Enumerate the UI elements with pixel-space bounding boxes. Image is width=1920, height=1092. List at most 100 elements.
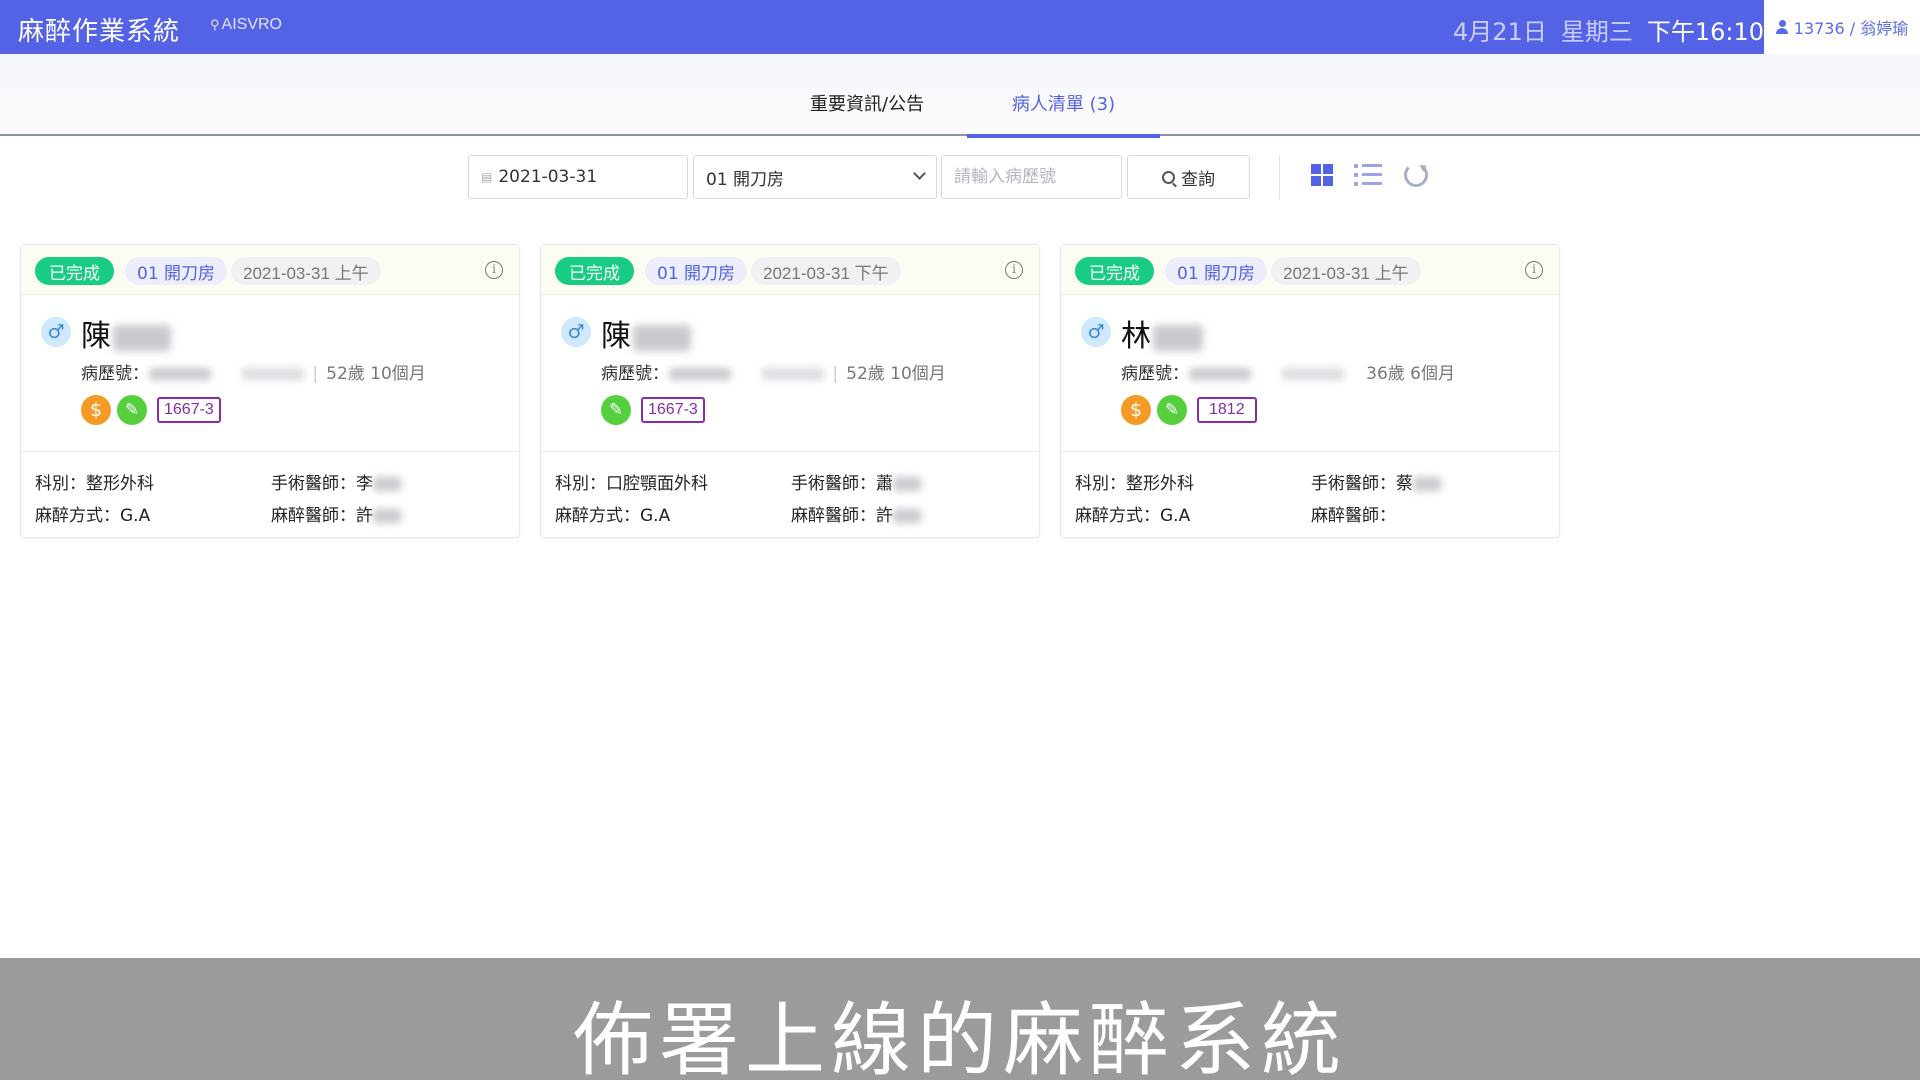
chevron-down-icon — [913, 167, 926, 180]
status-icons: $ ✎ 1667-3 — [81, 395, 221, 425]
tabs-bar: 重要資訊/公告 病人清單 (3) — [0, 54, 1920, 138]
anesthesiologist: 麻醉醫師： — [1311, 506, 1396, 526]
redacted-id — [762, 368, 825, 380]
fee-icon: $ — [81, 395, 111, 425]
current-weekday: 星期三 — [1560, 18, 1633, 46]
patient-age: 52歲 10個月 — [326, 364, 426, 384]
status-badge: 已完成 — [555, 257, 634, 285]
grid-view-icon[interactable] — [1311, 164, 1333, 186]
department: 科別：口腔顎面外科 — [555, 474, 708, 494]
redacted-surgeon — [373, 477, 401, 491]
record-label: 病歷號： — [1121, 364, 1189, 384]
card-divider — [1061, 451, 1559, 452]
surgeon: 手術醫師：蔡 — [1311, 469, 1441, 494]
patient-surname: 林 — [1121, 319, 1151, 354]
patient-name: 林 — [1121, 311, 1203, 355]
redacted-record-number — [149, 368, 211, 380]
info-icon[interactable]: i — [1525, 261, 1543, 279]
video-caption-bar: 佈署上線的麻醉系統 — [0, 958, 1920, 1087]
patient-age: 36歲 6個月 — [1366, 364, 1455, 384]
user-menu[interactable]: 13736 / 翁婷瑜 — [1764, 0, 1920, 54]
surgeon: 手術醫師：蕭 — [791, 469, 921, 494]
redacted-name — [1153, 324, 1203, 351]
info-icon[interactable]: i — [485, 261, 503, 279]
current-time: 下午16:10 — [1646, 18, 1764, 46]
room-badge: 01 開刀房 — [645, 257, 748, 285]
pen-icon: ✎ — [117, 395, 147, 425]
redacted-record-number — [1189, 368, 1251, 380]
record-label: 病歷號： — [601, 364, 669, 384]
room-select[interactable]: 01 開刀房 — [693, 155, 937, 199]
app-header: 麻醉作業系統 ⚲ AISVRO 4月21日 星期三 下午16:10 13736 / 翁… — [0, 0, 1920, 54]
surgery-datetime-badge: 2021-03-31 上午 — [231, 257, 381, 285]
department: 科別：整形外科 — [1075, 474, 1194, 494]
pen-icon: ✎ — [1157, 395, 1187, 425]
record-line: 病歷號： | 52歲 10個月 — [601, 359, 946, 384]
status-icons: ✎ 1667-3 — [601, 395, 705, 425]
redacted-anesthesiologist — [373, 509, 401, 523]
calendar-icon: ▤ — [481, 170, 493, 184]
card-header: 已完成 01 開刀房 2021-03-31 上午 i — [21, 245, 519, 295]
location-label: ⚲ AISVRO — [210, 16, 282, 34]
procedure-code-tag: 1812 — [1197, 397, 1257, 423]
status-icons: $ ✎ 1812 — [1121, 395, 1257, 425]
record-line: 病歷號： | 52歲 10個月 — [81, 359, 426, 384]
date-value: 2021-03-31 — [498, 167, 598, 187]
date-picker[interactable]: ▤ 2021-03-31 — [468, 155, 688, 199]
patient-card[interactable]: 已完成 01 開刀房 2021-03-31 下午 i ♂ 陳 病歷號： | 52歲… — [540, 244, 1040, 538]
current-date: 4月21日 — [1453, 18, 1547, 46]
card-divider — [541, 451, 1039, 452]
patient-name: 陳 — [601, 311, 691, 355]
refresh-icon[interactable] — [1404, 163, 1428, 187]
anesthesia-method: 麻醉方式：G.A — [35, 506, 151, 526]
room-badge: 01 開刀房 — [125, 257, 228, 285]
current-datetime: 4月21日 星期三 下午16:10 — [1439, 12, 1764, 47]
user-icon — [1775, 20, 1788, 34]
redacted-surgeon — [893, 477, 921, 491]
patient-surname: 陳 — [81, 319, 111, 354]
surgeon: 手術醫師：李 — [271, 469, 401, 494]
patient-card[interactable]: 已完成 01 開刀房 2021-03-31 上午 i ♂ 陳 病歷號： | 52歲… — [20, 244, 520, 538]
redacted-name — [113, 324, 171, 351]
status-badge: 已完成 — [1075, 257, 1154, 285]
search-icon — [1162, 170, 1175, 184]
record-label: 病歷號： — [81, 364, 149, 384]
procedure-code-tag: 1667-3 — [641, 397, 705, 423]
separator: | — [312, 364, 319, 384]
card-divider — [21, 451, 519, 452]
location-text: AISVRO — [221, 16, 282, 33]
location-pin-icon: ⚲ — [210, 17, 220, 32]
tab-patient-list[interactable]: 病人清單 (3) — [967, 90, 1160, 138]
room-badge: 01 開刀房 — [1165, 257, 1268, 285]
redacted-anesthesiologist — [893, 509, 921, 523]
separator: | — [1352, 364, 1358, 384]
redacted-surgeon — [1413, 477, 1441, 491]
anesthesiologist: 麻醉醫師：許 — [791, 501, 921, 526]
redacted-id — [1282, 368, 1345, 380]
fee-icon: $ — [1121, 395, 1151, 425]
patient-surname: 陳 — [601, 319, 631, 354]
redacted-name — [633, 324, 691, 351]
room-select-value: 01 開刀房 — [706, 169, 785, 190]
search-button[interactable]: 查詢 — [1127, 155, 1250, 199]
tab-announcements[interactable]: 重要資訊/公告 — [810, 90, 924, 116]
video-caption: 佈署上線的麻醉系統 — [573, 994, 1347, 1087]
info-icon[interactable]: i — [1005, 261, 1023, 279]
user-name: 13736 / 翁婷瑜 — [1793, 19, 1909, 38]
record-number-input[interactable] — [941, 155, 1122, 199]
pen-icon: ✎ — [601, 395, 631, 425]
list-view-icon[interactable] — [1354, 164, 1382, 186]
patient-card[interactable]: 已完成 01 開刀房 2021-03-31 上午 i ♂ 林 病歷號： | 36歲… — [1060, 244, 1560, 538]
search-button-label: 查詢 — [1181, 169, 1215, 190]
surgery-datetime-badge: 2021-03-31 上午 — [1271, 257, 1421, 285]
department: 科別：整形外科 — [35, 474, 154, 494]
male-icon: ♂ — [41, 317, 71, 347]
redacted-id — [242, 368, 305, 380]
toolbar-divider — [1279, 155, 1280, 199]
anesthesia-method: 麻醉方式：G.A — [555, 506, 671, 526]
surgery-datetime-badge: 2021-03-31 下午 — [751, 257, 901, 285]
patient-age: 52歲 10個月 — [846, 364, 946, 384]
separator: | — [832, 364, 839, 384]
record-line: 病歷號： | 36歲 6個月 — [1121, 359, 1455, 384]
anesthesiologist: 麻醉醫師：許 — [271, 501, 401, 526]
